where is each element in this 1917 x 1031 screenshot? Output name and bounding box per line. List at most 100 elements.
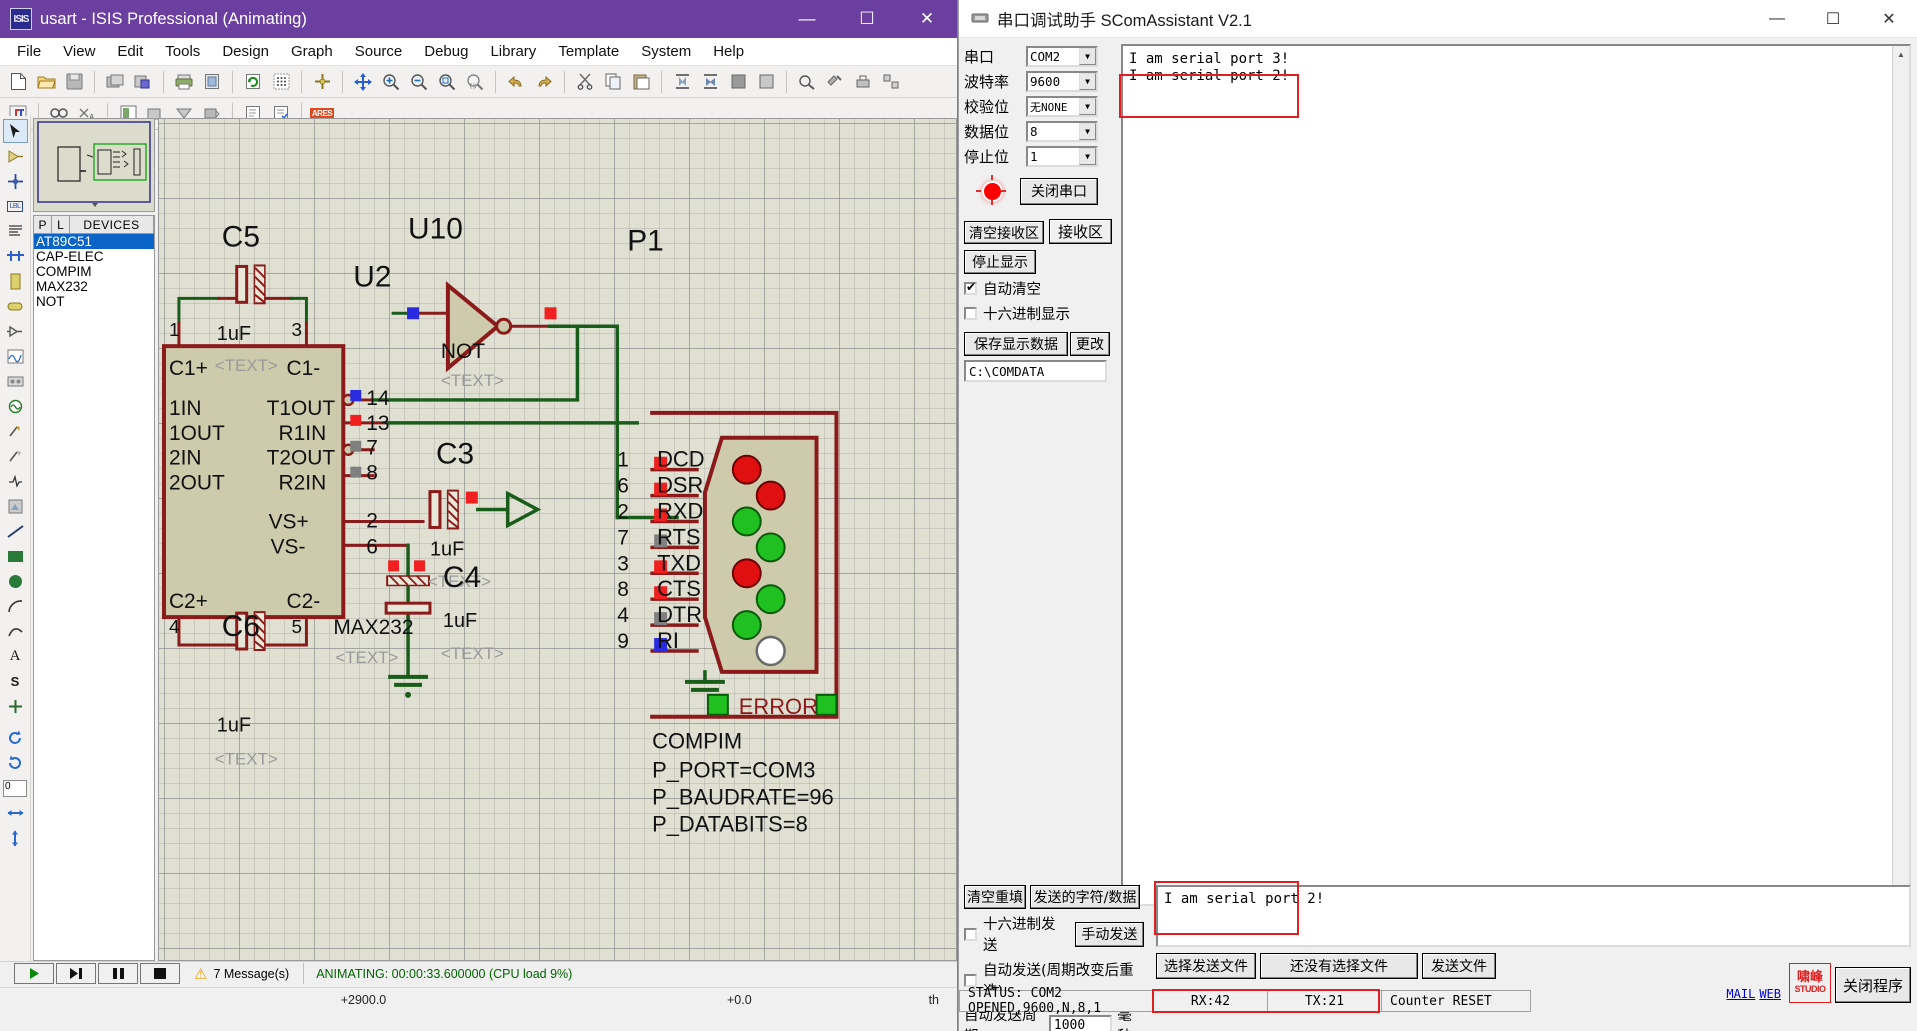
send-textarea[interactable]: I am serial port 2! (1156, 885, 1911, 947)
serial-port-select[interactable]: COM2 ▼ (1026, 46, 1098, 67)
devices-col-p[interactable]: P (34, 216, 52, 233)
marker-tool[interactable] (3, 694, 28, 718)
menu-library[interactable]: Library (479, 40, 547, 63)
line-tool[interactable] (3, 519, 28, 543)
symbol-tool[interactable]: S (3, 669, 28, 693)
pan-icon[interactable] (350, 69, 376, 95)
step-button[interactable] (56, 963, 96, 984)
scom-maximize-button[interactable]: ☐ (1805, 0, 1861, 38)
graph-tool[interactable] (3, 344, 28, 368)
chevron-down-icon[interactable]: ▼ (1079, 48, 1096, 65)
devices-list[interactable]: AT89C51 CAP-ELEC COMPIM MAX232 NOT (33, 234, 155, 961)
close-port-button[interactable]: 关闭串口 (1020, 177, 1098, 205)
zoom-out-icon[interactable] (406, 69, 432, 95)
menu-template[interactable]: Template (547, 40, 630, 63)
text-tool[interactable]: A (3, 644, 28, 668)
terminal-tool[interactable] (3, 294, 28, 318)
box-tool[interactable] (3, 544, 28, 568)
menu-tools[interactable]: Tools (154, 40, 211, 63)
block-copy-icon[interactable] (669, 69, 695, 95)
send-file-button[interactable]: 发送文件 (1422, 953, 1496, 979)
manual-send-button[interactable]: 手动发送 (1074, 921, 1144, 947)
databits-select[interactable]: 8 ▼ (1026, 121, 1098, 142)
save-display-data-button[interactable]: 保存显示数据 (964, 332, 1068, 356)
redo-icon[interactable] (531, 69, 557, 95)
origin-icon[interactable] (309, 69, 335, 95)
send-chars-label[interactable]: 发送的字符/数据 (1030, 885, 1140, 909)
tab-receive-area[interactable]: 接收区 (1049, 219, 1113, 244)
junction-dot-tool[interactable] (3, 169, 28, 193)
decompose-icon[interactable] (878, 69, 904, 95)
packaging-icon[interactable] (850, 69, 876, 95)
refresh-icon[interactable] (240, 69, 266, 95)
counter-reset-button[interactable]: Counter RESET (1381, 990, 1531, 1012)
save-path-field[interactable]: C:\COMDATA (964, 360, 1107, 382)
print-icon[interactable] (171, 69, 197, 95)
block-rotate-icon[interactable] (725, 69, 751, 95)
menu-help[interactable]: Help (702, 40, 755, 63)
current-probe-tool[interactable] (3, 444, 28, 468)
devices-col-l[interactable]: L (52, 216, 70, 233)
subcircuit-tool[interactable] (3, 269, 28, 293)
voltage-probe-tool[interactable] (3, 419, 28, 443)
cut-icon[interactable] (572, 69, 598, 95)
device-item-at89c51[interactable]: AT89C51 (34, 234, 154, 249)
device-item-max232[interactable]: MAX232 (34, 279, 154, 294)
auto-clear-row[interactable]: 自动清空 (964, 277, 1114, 299)
messages-indicator[interactable]: ⚠ 7 Message(s) (194, 965, 289, 983)
stopbits-select[interactable]: 1 ▼ (1026, 146, 1098, 167)
auto-send-period-field[interactable]: 1000 (1048, 1014, 1113, 1031)
auto-send-checkbox[interactable] (964, 973, 977, 987)
menu-design[interactable]: Design (211, 40, 280, 63)
choose-send-file-button[interactable]: 选择发送文件 (1156, 953, 1256, 979)
clear-receive-button[interactable]: 清空接收区 (964, 221, 1044, 244)
device-item-compim[interactable]: COMPIM (34, 264, 154, 279)
tape-recorder-tool[interactable] (3, 369, 28, 393)
bus-tool[interactable] (3, 244, 28, 268)
copy-icon[interactable] (600, 69, 626, 95)
text-script-tool[interactable] (3, 219, 28, 243)
hex-send-checkbox[interactable] (964, 927, 977, 941)
print-area-icon[interactable] (199, 69, 225, 95)
devices-col-title[interactable]: DEVICES (70, 216, 154, 233)
scom-minimize-button[interactable]: — (1749, 0, 1805, 38)
hex-display-checkbox[interactable] (964, 306, 977, 320)
pause-button[interactable] (98, 963, 138, 984)
open-folder-icon[interactable] (33, 69, 59, 95)
mirror-x-tool[interactable] (3, 801, 28, 825)
mode-2d-graphics-tool[interactable] (3, 494, 28, 518)
chevron-down-icon[interactable]: ▼ (1079, 123, 1096, 140)
menu-system[interactable]: System (630, 40, 702, 63)
zoom-area-icon[interactable] (434, 69, 460, 95)
rotation-value-field[interactable]: 0 (3, 780, 27, 797)
modify-path-button[interactable]: 更改 (1070, 332, 1110, 356)
receive-scrollbar[interactable]: ▲ ▼ (1892, 46, 1909, 904)
component-mode-tool[interactable] (3, 144, 28, 168)
block-delete-icon[interactable] (753, 69, 779, 95)
wire-label-tool[interactable]: LBL (3, 194, 28, 218)
device-pin-tool[interactable] (3, 319, 28, 343)
menu-source[interactable]: Source (344, 40, 414, 63)
paste-icon[interactable] (628, 69, 654, 95)
menu-edit[interactable]: Edit (106, 40, 154, 63)
device-item-cap-elec[interactable]: CAP-ELEC (34, 249, 154, 264)
block-move-icon[interactable] (697, 69, 723, 95)
proteus-minimize-button[interactable]: — (777, 0, 837, 38)
chevron-down-icon[interactable]: ▼ (1079, 98, 1096, 115)
menu-file[interactable]: File (6, 40, 52, 63)
arc-tool[interactable] (3, 594, 28, 618)
stop-button[interactable] (140, 963, 180, 984)
proteus-close-button[interactable]: ✕ (897, 0, 957, 38)
selection-mode-tool[interactable] (2, 119, 28, 143)
menu-debug[interactable]: Debug (413, 40, 479, 63)
import-icon[interactable] (102, 69, 128, 95)
scom-close-button[interactable]: ✕ (1861, 0, 1917, 38)
save-icon[interactable] (61, 69, 87, 95)
undo-icon[interactable] (503, 69, 529, 95)
parity-select[interactable]: 无NONE ▼ (1026, 96, 1098, 117)
menu-view[interactable]: View (52, 40, 106, 63)
generator-tool[interactable] (3, 394, 28, 418)
circle-tool[interactable] (3, 569, 28, 593)
proteus-maximize-button[interactable]: ☐ (837, 0, 897, 38)
zoom-sheet-icon[interactable] (462, 69, 488, 95)
